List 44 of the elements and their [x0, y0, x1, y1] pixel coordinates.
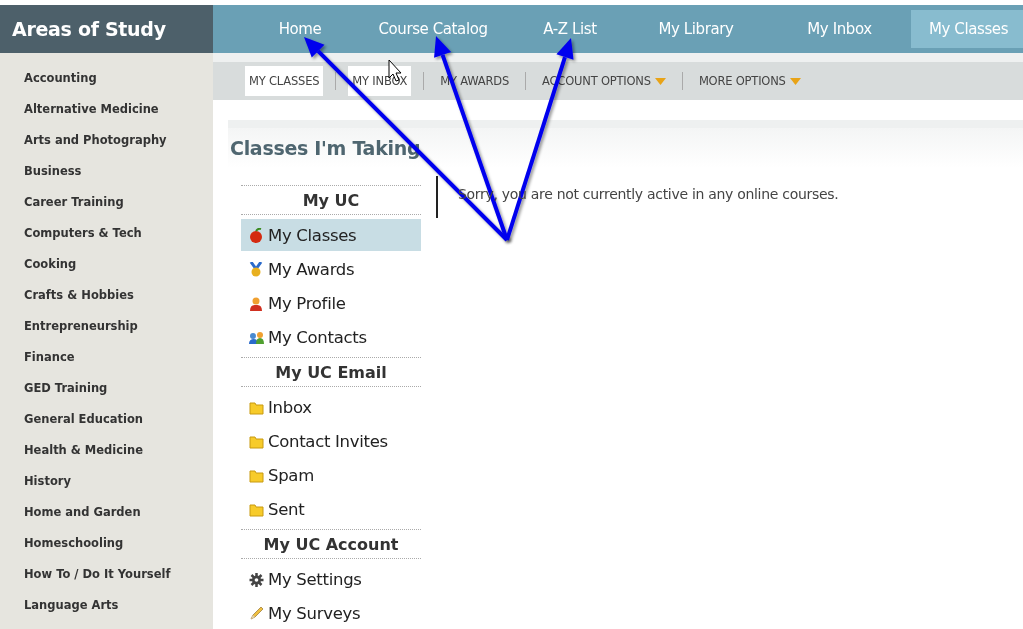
- pencil-icon: [249, 605, 264, 621]
- menu-link[interactable]: Inbox: [241, 391, 421, 423]
- category-link[interactable]: Computers & Tech: [0, 226, 213, 257]
- sub-nav-link[interactable]: MY CLASSES: [245, 66, 324, 96]
- medal-icon: [249, 261, 264, 277]
- menu-link[interactable]: My Surveys: [241, 597, 421, 629]
- folder-icon: [249, 399, 264, 415]
- category-link[interactable]: Accounting: [0, 71, 213, 102]
- menu-link[interactable]: Sent: [241, 493, 421, 525]
- menu-link[interactable]: Contact Invites: [241, 425, 421, 457]
- category-link[interactable]: Arts and Photography: [0, 133, 213, 164]
- folder-icon: [249, 501, 264, 517]
- category-link[interactable]: Finance: [0, 350, 213, 381]
- folder-icon: [249, 433, 264, 449]
- category-link[interactable]: Homeschooling: [0, 536, 213, 567]
- category-link[interactable]: Home and Garden: [0, 505, 213, 536]
- category-link[interactable]: Cooking: [0, 257, 213, 288]
- person-icon: [249, 295, 264, 311]
- category-link[interactable]: Alternative Medicine: [0, 102, 213, 133]
- menu-link[interactable]: My Profile: [241, 287, 421, 319]
- category-link[interactable]: General Education: [0, 412, 213, 443]
- category-link[interactable]: Crafts & Hobbies: [0, 288, 213, 319]
- sidebar-title: Areas of Study: [0, 5, 213, 53]
- menu-section-heading: My UC Account: [241, 529, 421, 559]
- gear-icon: [249, 571, 264, 587]
- menu-link[interactable]: My Classes: [241, 219, 421, 251]
- category-link[interactable]: Business: [0, 164, 213, 195]
- folder-icon: [249, 467, 264, 483]
- menu-link[interactable]: My Awards: [241, 253, 421, 285]
- category-link[interactable]: How To / Do It Yourself: [0, 567, 213, 598]
- menu-section-heading: My UC: [241, 185, 421, 215]
- category-link[interactable]: Language Arts: [0, 598, 213, 629]
- category-link[interactable]: Entrepreneurship: [0, 319, 213, 350]
- category-link[interactable]: Career Training: [0, 195, 213, 226]
- category-link[interactable]: History: [0, 474, 213, 505]
- menu-link[interactable]: Spam: [241, 459, 421, 491]
- apple-icon: [249, 227, 264, 243]
- menu-link[interactable]: My Contacts: [241, 321, 421, 353]
- people-icon: [249, 329, 264, 345]
- category-link[interactable]: Health & Medicine: [0, 443, 213, 474]
- menu-link[interactable]: My Settings: [241, 563, 421, 595]
- menu-section-heading: My UC Email: [241, 357, 421, 387]
- sub-nav-link[interactable]: MORE OPTIONS: [694, 66, 805, 96]
- category-link[interactable]: GED Training: [0, 381, 213, 412]
